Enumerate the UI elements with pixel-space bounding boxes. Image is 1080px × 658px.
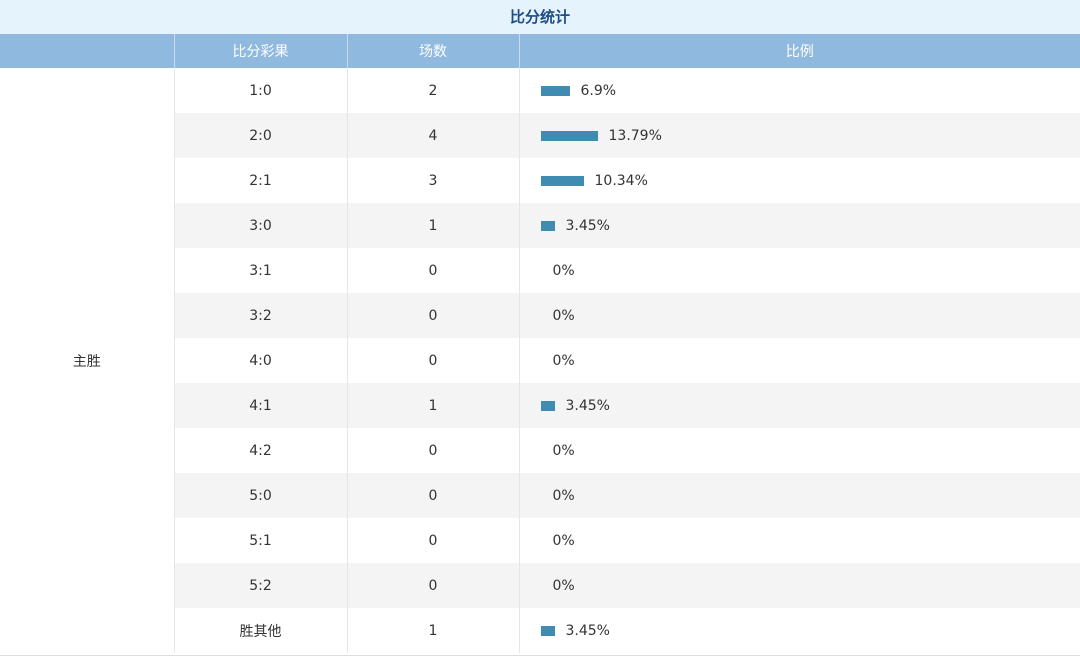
bottom-divider <box>0 655 1080 656</box>
ratio-cell: 0% <box>518 428 1080 473</box>
ratio-cell: 3.45% <box>518 608 1080 653</box>
count-cell: 0 <box>346 518 519 563</box>
score-cell: 5:2 <box>173 563 347 608</box>
count-cell: 0 <box>346 473 519 518</box>
ratio-label: 0% <box>552 442 575 459</box>
ratio-label: 13.79% <box>608 127 662 144</box>
count-cell: 0 <box>346 248 519 293</box>
ratio-cell: 3.45% <box>518 383 1080 428</box>
ratio-cell: 10.34% <box>518 158 1080 203</box>
ratio-bar <box>540 625 555 636</box>
score-cell: 4:1 <box>173 383 347 428</box>
score-cell: 1:0 <box>173 68 347 113</box>
score-stats-panel: 比分统计 比分彩果 场数 比例 主胜 1:0 2 6.9% 2:0 4 13.79% 2:1 3… <box>0 0 1080 658</box>
score-cell: 4:2 <box>173 428 347 473</box>
ratio-bar <box>540 400 555 411</box>
ratio-cell: 0% <box>518 473 1080 518</box>
count-cell: 3 <box>346 158 519 203</box>
ratio-bar <box>540 130 598 141</box>
score-cell: 2:0 <box>173 113 347 158</box>
count-cell: 1 <box>346 203 519 248</box>
ratio-cell: 6.9% <box>518 68 1080 113</box>
ratio-label: 3.45% <box>565 397 610 414</box>
ratio-cell: 3.45% <box>518 203 1080 248</box>
count-cell: 1 <box>346 608 519 653</box>
header-score: 比分彩果 <box>173 34 347 68</box>
count-cell: 4 <box>346 113 519 158</box>
score-cell: 5:0 <box>173 473 347 518</box>
score-cell: 胜其他 <box>173 608 347 653</box>
count-cell: 0 <box>346 293 519 338</box>
count-cell: 2 <box>346 68 519 113</box>
count-cell: 0 <box>346 563 519 608</box>
count-cell: 0 <box>346 338 519 383</box>
ratio-label: 3.45% <box>565 217 610 234</box>
table-row: 主胜 1:0 2 6.9% <box>0 68 1080 653</box>
header-count: 场数 <box>346 34 519 68</box>
score-cell: 5:1 <box>173 518 347 563</box>
ratio-label: 0% <box>552 352 575 369</box>
ratio-label: 6.9% <box>580 82 617 99</box>
ratio-cell: 13.79% <box>518 113 1080 158</box>
ratio-label: 0% <box>552 532 575 549</box>
ratio-cell: 0% <box>518 518 1080 563</box>
score-cell: 4:0 <box>173 338 347 383</box>
table-header-row: 比分彩果 场数 比例 <box>0 34 1080 68</box>
score-stats-table: 比分彩果 场数 比例 主胜 1:0 2 6.9% 2:0 4 13.79% 2:1 3 10.34… <box>0 34 1080 653</box>
ratio-label: 0% <box>552 487 575 504</box>
score-cell: 3:2 <box>173 293 347 338</box>
ratio-bar <box>540 220 555 231</box>
panel-title: 比分统计 <box>0 0 1080 34</box>
count-cell: 1 <box>346 383 519 428</box>
score-cell: 2:1 <box>173 158 347 203</box>
count-cell: 0 <box>346 428 519 473</box>
ratio-label: 0% <box>552 262 575 279</box>
ratio-label: 10.34% <box>594 172 648 189</box>
ratio-cell: 0% <box>518 563 1080 608</box>
header-ratio: 比例 <box>518 34 1080 68</box>
score-cell: 3:1 <box>173 248 347 293</box>
category-cell: 主胜 <box>0 68 174 653</box>
header-category <box>0 34 174 68</box>
ratio-label: 3.45% <box>565 622 610 639</box>
score-cell: 3:0 <box>173 203 347 248</box>
ratio-cell: 0% <box>518 293 1080 338</box>
ratio-cell: 0% <box>518 338 1080 383</box>
ratio-label: 0% <box>552 577 575 594</box>
ratio-bar <box>540 85 570 96</box>
ratio-cell: 0% <box>518 248 1080 293</box>
ratio-label: 0% <box>552 307 575 324</box>
ratio-bar <box>540 175 584 186</box>
